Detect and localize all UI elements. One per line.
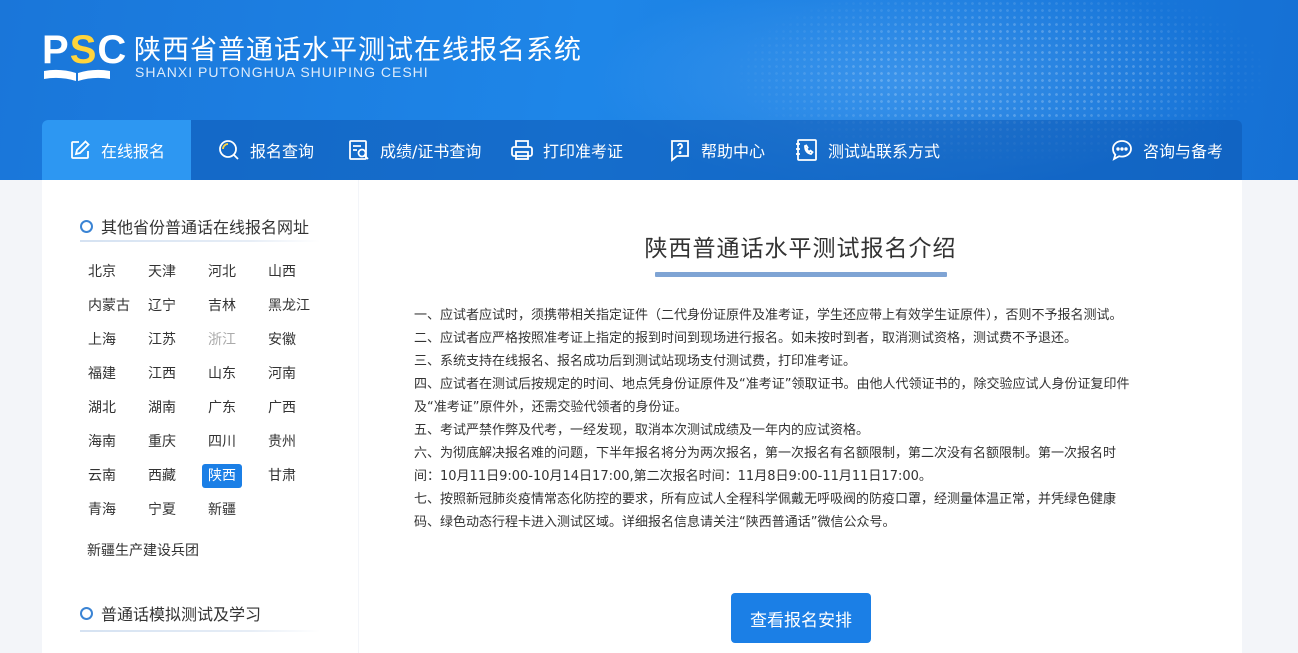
province-link[interactable]: 江苏: [148, 328, 176, 352]
nav-label: 在线报名: [101, 142, 166, 161]
province-link[interactable]: 上海: [88, 328, 116, 352]
province-link[interactable]: 吉林: [208, 294, 236, 318]
province-link[interactable]: 湖北: [88, 396, 116, 420]
main-content: 陕西普通话水平测试报名介绍 一、应试者应试时，须携带相关指定证件（二代身份证原件…: [359, 180, 1242, 653]
province-link[interactable]: 湖南: [148, 396, 176, 420]
nav-label: 帮助中心: [701, 142, 766, 161]
site-title: 陕西省普通话水平测试在线报名系统: [134, 35, 582, 66]
province-link-xinjiang-corps[interactable]: 新疆生产建设兵团: [87, 539, 199, 563]
rule-line: 码、绿色动态行程卡进入测试区域。详细报名信息请关注“陕西普通话”微信公众号。: [414, 515, 896, 530]
province-link[interactable]: 陕西: [202, 464, 242, 488]
nav-registration-query[interactable]: 报名查询: [217, 120, 314, 180]
nav-label: 成绩/证书查询: [380, 142, 482, 161]
rule-line: 二、应试者应严格按照准考证上指定的报到时间到现场进行报名。如未按时到者，取消测试…: [414, 331, 1078, 346]
rule-line: 六、为彻底解决报名难的问题，下半年报名将分为两次报名，第一次报名有名额限制，第二…: [414, 446, 1117, 461]
content-title: 陕西普通话水平测试报名介绍: [644, 236, 957, 262]
section-divider: [80, 630, 320, 632]
edit-icon: [71, 140, 90, 159]
printer-icon: [511, 140, 533, 160]
nav-score-certificate-query[interactable]: 成绩/证书查询: [347, 120, 481, 180]
nav-online-registration[interactable]: 在线报名: [42, 120, 192, 180]
province-link[interactable]: 广西: [268, 396, 296, 420]
rule-line: 间：10月11日9:00-10月14日17:00,第二次报名时间：11月8日9:…: [414, 469, 932, 484]
logo-letters: PSC: [42, 28, 128, 72]
province-link[interactable]: 广东: [208, 396, 236, 420]
province-link[interactable]: 山东: [208, 362, 236, 386]
province-link[interactable]: 福建: [88, 362, 116, 386]
province-link[interactable]: 重庆: [148, 430, 176, 454]
province-link[interactable]: 河北: [208, 260, 236, 284]
nav-label: 报名查询: [250, 142, 315, 161]
province-link[interactable]: 贵州: [268, 430, 296, 454]
nav-consult-prepare[interactable]: 咨询与备考: [1110, 120, 1223, 180]
province-link[interactable]: 内蒙古: [88, 294, 130, 318]
province-link[interactable]: 宁夏: [148, 498, 176, 522]
title-underline: [655, 272, 947, 277]
ring-bullet-icon: [80, 219, 93, 233]
search-icon: [219, 140, 239, 160]
practice-section-title: 普通话模拟测试及学习: [80, 601, 261, 625]
phone-book-icon: [796, 139, 817, 161]
section-title-text: 其他省份普通话在线报名网址: [101, 218, 310, 237]
province-link[interactable]: 辽宁: [148, 294, 176, 318]
nav-label: 咨询与备考: [1143, 142, 1224, 161]
nav-test-station-contacts[interactable]: 测试站联系方式: [795, 120, 940, 180]
main-nav: 在线报名 报名查询 成绩/证书查询 打印准考证 帮助中心 测试站联系方式 咨询与…: [42, 120, 1242, 180]
province-link[interactable]: 云南: [88, 464, 116, 488]
province-link[interactable]: 山西: [268, 260, 296, 284]
site-header: PSC 陕西省普通话水平测试在线报名系统 SHANXI PUTONGHUA SH…: [0, 0, 1298, 180]
chat-icon: [1112, 140, 1132, 161]
site-subtitle: SHANXI PUTONGHUA SHUIPING CESHI: [135, 64, 429, 80]
nav-help-center[interactable]: 帮助中心: [668, 120, 765, 180]
rules-list: 一、应试者应试时，须携带相关指定证件（二代身份证原件及准考证，学生还应带上有效学…: [414, 304, 1194, 534]
rule-line: 五、考试严禁作弊及代考，一经发现，取消本次测试成绩及一年内的应试资格。: [414, 423, 870, 438]
open-book-icon: [44, 69, 110, 81]
province-link[interactable]: 新疆: [208, 498, 236, 522]
rule-line: 四、应试者在测试后按规定的时间、地点凭身份证原件及“准考证”领取证书。由他人代领…: [414, 377, 1130, 392]
certificate-search-icon: [349, 140, 369, 160]
section-divider: [80, 240, 320, 242]
provinces-section-title: 其他省份普通话在线报名网址: [80, 214, 309, 238]
psc-logo[interactable]: PSC: [42, 30, 126, 82]
nav-label: 打印准考证: [543, 142, 624, 161]
rule-line: 七、按照新冠肺炎疫情常态化防控的要求，所有应试人全程科学佩戴无呼吸阀的防疫口罩，…: [414, 492, 1117, 507]
province-link[interactable]: 四川: [208, 430, 236, 454]
help-icon: [671, 140, 689, 162]
nav-print-admission-ticket[interactable]: 打印准考证: [510, 120, 623, 180]
province-link[interactable]: 天津: [148, 260, 176, 284]
province-link[interactable]: 北京: [88, 260, 116, 284]
section-title-text: 普通话模拟测试及学习: [101, 605, 262, 624]
rule-line: 一、应试者应试时，须携带相关指定证件（二代身份证原件及准考证，学生还应带上有效学…: [414, 308, 1123, 323]
province-link[interactable]: 黑龙江: [268, 294, 310, 318]
province-link[interactable]: 海南: [88, 430, 116, 454]
view-registration-schedule-button[interactable]: 查看报名安排: [731, 593, 871, 643]
ring-bullet-icon: [80, 606, 93, 620]
province-link[interactable]: 甘肃: [268, 464, 296, 488]
province-link[interactable]: 江西: [148, 362, 176, 386]
province-link[interactable]: 浙江: [208, 328, 236, 352]
province-link[interactable]: 河南: [268, 362, 296, 386]
province-link[interactable]: 青海: [88, 498, 116, 522]
rule-line: 及“准考证”原件外，还需交验代领者的身份证。: [414, 400, 688, 415]
rule-line: 三、系统支持在线报名、报名成功后到测试站现场支付测试费，打印准考证。: [414, 354, 857, 369]
province-link[interactable]: 西藏: [148, 464, 176, 488]
province-link[interactable]: 安徽: [268, 328, 296, 352]
sidebar: 其他省份普通话在线报名网址 北京 天津 河北 山西内蒙古 辽宁 吉林 黑龙江上海 江苏 浙江 安徽…: [42, 180, 358, 653]
nav-label: 测试站联系方式: [828, 142, 941, 161]
